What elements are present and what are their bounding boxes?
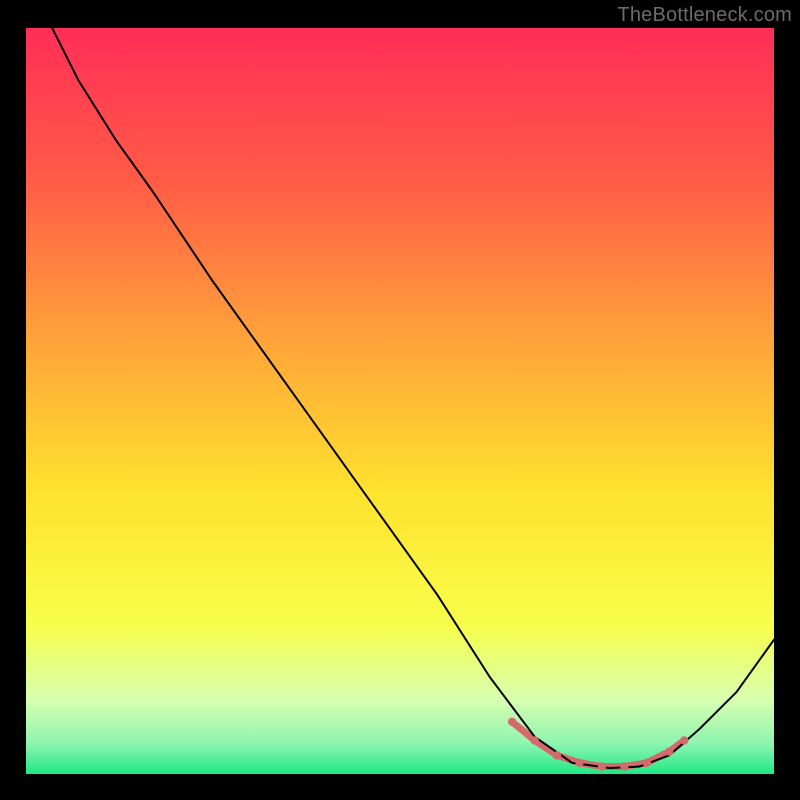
- valley-marker: [508, 718, 516, 726]
- attribution-label: TheBottleneck.com: [617, 4, 792, 27]
- valley-marker: [643, 759, 651, 767]
- chart-frame: TheBottleneck.com: [0, 0, 800, 800]
- valley-marker: [530, 736, 538, 744]
- chart-svg: [26, 28, 774, 774]
- valley-marker: [665, 747, 673, 755]
- valley-marker: [575, 759, 583, 767]
- valley-marker: [553, 751, 561, 759]
- valley-marker: [680, 736, 688, 744]
- plot-area: [26, 28, 774, 774]
- valley-marker: [620, 762, 628, 770]
- valley-marker: [598, 762, 606, 770]
- gradient-background: [26, 28, 774, 774]
